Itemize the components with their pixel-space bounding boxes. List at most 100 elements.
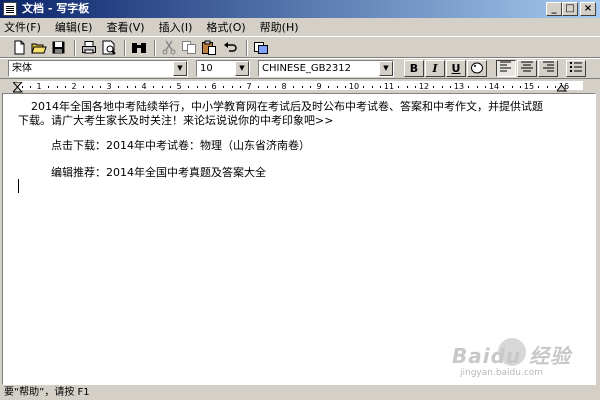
menu-help[interactable]: 帮助(H) xyxy=(260,19,299,35)
document-line[interactable]: 2014年全国各地中考陆续举行，中小学教育网在考试后及时公布中考试卷、答案和中考… xyxy=(31,100,543,114)
ruler-tick xyxy=(65,86,67,88)
ruler-tick xyxy=(292,86,294,88)
print-icon[interactable] xyxy=(80,39,98,56)
align-right-button[interactable] xyxy=(538,60,558,77)
maximize-button[interactable]: □ xyxy=(562,2,578,16)
cut-scissors-icon[interactable] xyxy=(160,39,178,56)
save-disk-icon[interactable] xyxy=(50,39,68,56)
open-folder-icon[interactable] xyxy=(30,39,48,56)
download-link-line[interactable]: 点击下载：2014年中考试卷：物理（山东省济南卷） xyxy=(51,139,310,153)
ruler-tick xyxy=(546,86,548,88)
underline-button[interactable]: U xyxy=(446,60,466,77)
ruler-tick xyxy=(222,86,224,88)
ruler-tick xyxy=(415,86,417,88)
title-bar[interactable]: 文档 - 写字板 _ □ × xyxy=(0,0,600,18)
ruler-number: 10 xyxy=(348,82,360,91)
chevron-down-icon[interactable]: ▼ xyxy=(379,61,393,76)
ruler-tick xyxy=(485,86,487,88)
chevron-down-icon[interactable]: ▼ xyxy=(173,61,187,76)
ruler-tick xyxy=(240,86,242,88)
bold-button[interactable]: B xyxy=(404,60,424,77)
color-button[interactable] xyxy=(467,60,487,77)
ruler-number: 1 xyxy=(36,82,42,91)
font-size-value: 10 xyxy=(200,63,213,74)
ruler-tick xyxy=(432,86,434,88)
toolbar-separator xyxy=(154,40,156,56)
ruler-number: 4 xyxy=(141,82,147,91)
ruler-tick xyxy=(301,86,303,88)
menu-insert[interactable]: 插入(I) xyxy=(159,19,193,35)
toolbar-separator xyxy=(246,40,248,56)
ruler-tick xyxy=(511,86,513,88)
ruler-number: 3 xyxy=(106,82,112,91)
bullets-icon xyxy=(570,62,582,72)
insert-datetime-icon[interactable] xyxy=(252,39,270,56)
close-button[interactable]: × xyxy=(580,2,596,16)
bullets-button[interactable] xyxy=(566,60,586,77)
new-document-icon[interactable] xyxy=(10,39,28,56)
ruler-tick xyxy=(336,86,338,88)
menu-format[interactable]: 格式(O) xyxy=(206,19,245,35)
undo-icon[interactable] xyxy=(222,39,240,56)
ruler-tick xyxy=(450,86,452,88)
align-right-icon xyxy=(543,61,554,72)
ruler-number: 7 xyxy=(246,82,252,91)
ruler-tick xyxy=(502,86,504,88)
ruler-tick xyxy=(266,86,268,88)
ruler[interactable]: 1 2 3 4 5 6 7 8 9 10 11 12 13 14 15 16 xyxy=(0,78,600,93)
ruler-tick xyxy=(152,86,154,88)
ruler-tick xyxy=(380,86,382,88)
ruler-tick xyxy=(362,86,364,88)
chevron-down-icon[interactable]: ▼ xyxy=(235,61,249,76)
left-indent-marker-icon[interactable] xyxy=(13,82,23,93)
font-name-select[interactable]: 宋体 ▼ xyxy=(8,60,188,77)
color-palette-icon xyxy=(471,62,483,74)
ruler-number: 5 xyxy=(176,82,182,91)
ruler-strip: 1 2 3 4 5 6 7 8 9 10 11 12 13 14 15 16 xyxy=(18,81,583,91)
paste-icon[interactable] xyxy=(200,39,218,56)
document-line[interactable]: 下载。请广大考生家长及时关注！来论坛说说你的中考印象吧>> xyxy=(18,114,333,128)
menu-edit[interactable]: 编辑(E) xyxy=(55,19,93,35)
ruler-tick xyxy=(161,86,163,88)
ruler-tick xyxy=(231,86,233,88)
ruler-tick xyxy=(275,86,277,88)
find-binoculars-icon[interactable] xyxy=(130,39,148,56)
ruler-tick xyxy=(205,86,207,88)
print-preview-icon[interactable] xyxy=(100,39,118,56)
font-size-select[interactable]: 10 ▼ xyxy=(196,60,250,77)
minimize-button[interactable]: _ xyxy=(546,2,562,16)
italic-button[interactable]: I xyxy=(425,60,445,77)
font-name-value: 宋体 xyxy=(12,63,32,74)
ruler-tick xyxy=(56,86,58,88)
copy-icon[interactable] xyxy=(180,39,198,56)
ruler-tick xyxy=(257,86,259,88)
ruler-tick xyxy=(441,86,443,88)
ruler-tick xyxy=(476,86,478,88)
toolbar-separator xyxy=(74,40,76,56)
right-indent-marker-icon[interactable] xyxy=(557,84,567,92)
menu-file[interactable]: 文件(F) xyxy=(4,19,41,35)
recommend-line[interactable]: 编辑推荐：2014年全国中考真题及答案大全 xyxy=(51,166,266,180)
watermark-text: Baidu 经验 xyxy=(452,344,572,368)
ruler-tick xyxy=(467,86,469,88)
ruler-number: 9 xyxy=(316,82,322,91)
ruler-tick xyxy=(170,86,172,88)
ruler-tick xyxy=(187,86,189,88)
toolbar-separator xyxy=(124,40,126,56)
align-center-icon xyxy=(521,61,533,72)
menu-view[interactable]: 查看(V) xyxy=(106,19,144,35)
align-center-button[interactable] xyxy=(517,60,537,77)
ruler-number: 12 xyxy=(418,82,430,91)
status-text: 要“帮助”，请按 F1 xyxy=(4,387,90,398)
ruler-tick xyxy=(30,86,32,88)
ruler-tick xyxy=(406,86,408,88)
script-select[interactable]: CHINESE_GB2312 ▼ xyxy=(258,60,394,77)
status-bar: 要“帮助”，请按 F1 xyxy=(0,385,600,400)
align-left-button[interactable] xyxy=(496,60,516,77)
wordpad-app-icon[interactable] xyxy=(3,2,17,16)
window-title: 文档 - 写字板 xyxy=(22,2,90,15)
ruler-number: 6 xyxy=(211,82,217,91)
text-caret xyxy=(18,179,19,193)
ruler-tick xyxy=(196,86,198,88)
ruler-tick xyxy=(520,86,522,88)
